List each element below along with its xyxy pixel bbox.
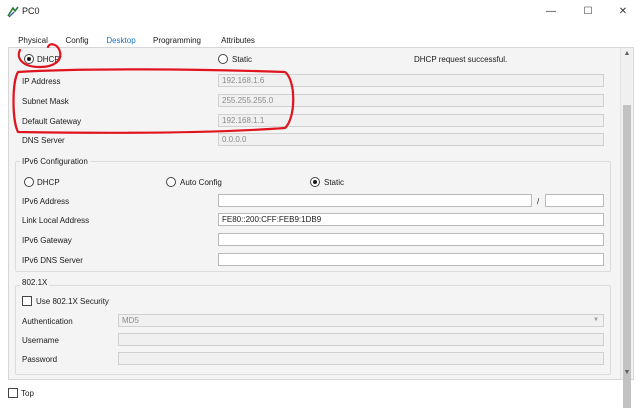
default-gateway-label: Default Gateway bbox=[22, 117, 82, 126]
tab-programming[interactable]: Programming bbox=[152, 34, 202, 47]
ipv6-gateway-field[interactable] bbox=[218, 233, 604, 246]
link-local-label: Link Local Address bbox=[22, 216, 90, 225]
ipv6-address-field[interactable] bbox=[218, 194, 532, 207]
tab-bar: Physical Config Desktop Programming Attr… bbox=[8, 34, 633, 49]
scroll-thumb[interactable] bbox=[623, 105, 631, 408]
authentication-label: Authentication bbox=[22, 317, 73, 326]
ip-address-field[interactable]: 192.168.1.6 bbox=[218, 74, 604, 87]
ipv4-static-radio[interactable] bbox=[218, 54, 228, 64]
password-field[interactable] bbox=[118, 352, 604, 365]
dot1x-group-title: 802.1X bbox=[20, 278, 50, 287]
use-8021x-checkbox[interactable] bbox=[22, 296, 32, 306]
ipv6-prefix-field[interactable] bbox=[545, 194, 604, 207]
authentication-select[interactable]: MD5 ▼ bbox=[118, 314, 604, 327]
top-label: Top bbox=[21, 389, 34, 398]
dns-server-label: DNS Server bbox=[22, 136, 65, 145]
scroll-down-icon[interactable]: ▼ bbox=[621, 367, 633, 379]
authentication-value: MD5 bbox=[122, 316, 139, 325]
ip-address-label: IP Address bbox=[22, 77, 61, 86]
chevron-down-icon: ▼ bbox=[593, 317, 599, 323]
ipv6-auto-config-label: Auto Config bbox=[180, 178, 222, 187]
tab-desktop[interactable]: Desktop bbox=[103, 34, 139, 49]
ipv6-dns-label: IPv6 DNS Server bbox=[22, 256, 83, 265]
link-local-field[interactable]: FE80::200:CFF:FEB9:1DB9 bbox=[218, 213, 604, 226]
ipv4-dhcp-label: DHCP bbox=[37, 55, 60, 64]
username-label: Username bbox=[22, 336, 59, 345]
subnet-mask-label: Subnet Mask bbox=[22, 97, 69, 106]
dns-server-field[interactable]: 0.0.0.0 bbox=[218, 133, 604, 146]
subnet-mask-field[interactable]: 255.255.255.0 bbox=[218, 94, 604, 107]
ipv4-dhcp-radio[interactable] bbox=[24, 54, 34, 64]
scroll-up-icon[interactable]: ▲ bbox=[621, 48, 633, 60]
close-button[interactable]: ✕ bbox=[606, 0, 640, 22]
username-field[interactable] bbox=[118, 333, 604, 346]
dhcp-status-text: DHCP request successful. bbox=[414, 55, 508, 64]
use-8021x-label: Use 802.1X Security bbox=[36, 297, 109, 306]
ipv4-static-label: Static bbox=[232, 55, 253, 64]
maximize-button[interactable]: ☐ bbox=[571, 0, 605, 22]
title-bar: PC0 — ☐ ✕ bbox=[0, 0, 640, 24]
tab-physical[interactable]: Physical bbox=[15, 34, 51, 47]
ipv6-dhcp-radio[interactable] bbox=[24, 177, 34, 187]
tab-attributes[interactable]: Attributes bbox=[218, 34, 258, 47]
ipv6-static-radio[interactable] bbox=[310, 177, 320, 187]
vertical-scrollbar[interactable]: ▲ ▼ bbox=[620, 48, 633, 408]
minimize-button[interactable]: — bbox=[534, 0, 568, 22]
ipv6-gateway-label: IPv6 Gateway bbox=[22, 236, 72, 245]
ipv6-auto-config-radio[interactable] bbox=[166, 177, 176, 187]
ipv6-static-label: Static bbox=[324, 178, 345, 187]
packet-tracer-icon bbox=[7, 6, 19, 18]
password-label: Password bbox=[22, 355, 58, 364]
top-checkbox[interactable] bbox=[8, 388, 18, 398]
default-gateway-field[interactable]: 192.168.1.1 bbox=[218, 114, 604, 127]
window-title: PC0 bbox=[22, 6, 40, 16]
ipv6-address-label: IPv6 Address bbox=[22, 197, 70, 206]
tab-config[interactable]: Config bbox=[63, 34, 91, 47]
ipv6-group-title: IPv6 Configuration bbox=[20, 157, 90, 166]
ipv6-dhcp-label: DHCP bbox=[37, 178, 60, 187]
prefix-separator: / bbox=[537, 197, 540, 206]
ipv6-dns-field[interactable] bbox=[218, 253, 604, 266]
